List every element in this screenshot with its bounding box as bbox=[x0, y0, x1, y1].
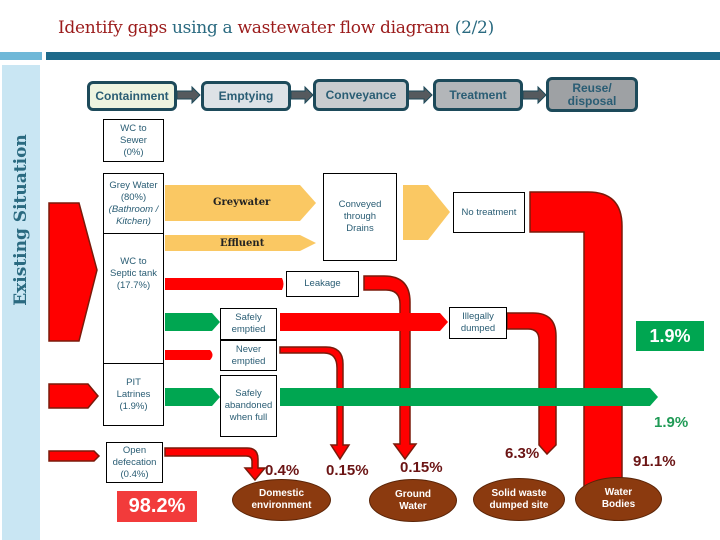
box-text: (1.9%) bbox=[119, 400, 148, 412]
green-safely-emptied-in bbox=[165, 313, 220, 331]
box-text: (0%) bbox=[123, 146, 144, 158]
input-arrow-pit bbox=[48, 383, 99, 409]
box-text: Kitchen) bbox=[116, 215, 151, 227]
box-text: Sewer bbox=[120, 134, 147, 146]
outcome-pct-domestic: 0.4% bbox=[265, 462, 300, 479]
total-safe-badge: 1.9% bbox=[636, 321, 704, 351]
box-wc-septic: WC to Septic tank (17.7%) bbox=[103, 233, 164, 364]
box-illegally-dumped: Illegally dumped bbox=[449, 307, 507, 339]
label-greywater: Greywater bbox=[213, 197, 271, 208]
stage-label: Treatment bbox=[449, 87, 507, 102]
box-text: Grey Water bbox=[109, 179, 158, 191]
stage-label: Containment bbox=[95, 88, 169, 103]
stage-arrow-3 bbox=[407, 85, 433, 105]
box-text: (17.7%) bbox=[116, 279, 151, 291]
stage-arrow-2 bbox=[290, 85, 314, 105]
stage-arrow-4 bbox=[522, 85, 547, 105]
stage-label: Emptying bbox=[218, 88, 274, 103]
box-leakage: Leakage bbox=[286, 271, 359, 297]
box-grey-water: Grey Water (80%) (Bathroom / Kitchen) bbox=[103, 173, 164, 234]
total-unsafe-badge: 98.2% bbox=[117, 491, 197, 522]
pipe-leakage bbox=[363, 275, 418, 461]
box-text: (0.4%) bbox=[120, 468, 149, 480]
box-text: (80%) bbox=[120, 191, 147, 203]
red-septic-never bbox=[165, 350, 213, 360]
box-no-treatment: No treatment bbox=[453, 192, 525, 233]
septic-to-leakage bbox=[165, 278, 284, 290]
pipe-illegally-dumped bbox=[506, 312, 557, 456]
input-arrow-open bbox=[48, 450, 101, 462]
box-text: WC to bbox=[120, 255, 147, 267]
box-open-defecation: Open defecation (0.4%) bbox=[106, 442, 163, 483]
box-text: Open bbox=[122, 444, 147, 456]
box-wc-to-sewer: WC to Sewer (0%) bbox=[103, 119, 164, 162]
stage-treatment: Treatment bbox=[433, 79, 523, 111]
outcome-pct-solid-waste: 6.3% bbox=[505, 445, 540, 462]
box-text: PIT bbox=[126, 376, 141, 388]
label-effluent: Effluent bbox=[220, 238, 265, 249]
stage-conveyance: Conveyance bbox=[313, 79, 409, 111]
outcome-pct-groundwater: 0.15% bbox=[400, 459, 443, 476]
pipe-open-defecation bbox=[164, 447, 267, 482]
input-arrow-large bbox=[48, 202, 98, 342]
box-pit-latrines: PIT Latrines (1.9%) bbox=[103, 363, 164, 426]
box-text: Septic tank bbox=[110, 267, 157, 279]
outcome-pct-water-bodies: 91.1% bbox=[633, 453, 676, 470]
conveyed-out-arrow bbox=[403, 185, 450, 240]
stage-containment: Containment bbox=[87, 81, 177, 111]
stage-label: Reuse/ disposal bbox=[567, 80, 617, 108]
destination-solid-waste-site: Solid waste dumped site bbox=[473, 478, 565, 521]
box-conveyed-through-drains: Conveyed through Drains bbox=[323, 173, 397, 261]
outcome-pct-never-emptied: 0.15% bbox=[326, 462, 369, 479]
box-text: (Bathroom / bbox=[108, 203, 159, 215]
green-abandoned-long bbox=[280, 388, 658, 406]
box-text: WC to bbox=[120, 122, 147, 134]
stage-arrow-1 bbox=[176, 85, 201, 105]
stage-reuse-disposal: Reuse/ disposal bbox=[546, 77, 638, 112]
stage-emptying: Emptying bbox=[201, 81, 291, 111]
stage-label: Conveyance bbox=[325, 87, 397, 102]
box-text: Latrines bbox=[116, 388, 151, 400]
safe-abandoned-pct: 1.9% bbox=[654, 414, 689, 431]
box-safely-abandoned: Safely abandoned when full bbox=[220, 375, 277, 437]
destination-ground-water: Ground Water bbox=[369, 479, 457, 522]
destination-domestic-environment: Domestic environment bbox=[232, 479, 331, 521]
green-pit-abandoned-in bbox=[165, 388, 220, 406]
box-never-emptied: Never emptied bbox=[220, 340, 277, 371]
destination-water-bodies: Water Bodies bbox=[575, 477, 662, 521]
red-emptied-to-dumped bbox=[280, 313, 448, 331]
box-text: defecation bbox=[112, 456, 157, 468]
box-safely-emptied: Safely emptied bbox=[220, 308, 277, 340]
